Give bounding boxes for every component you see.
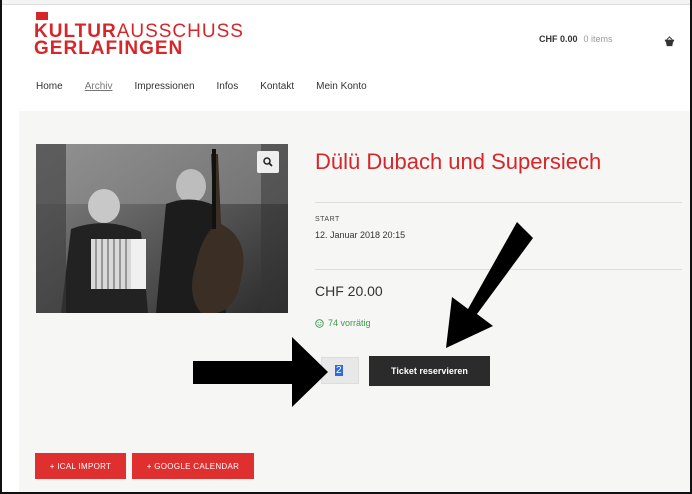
screenshot-frame	[0, 0, 692, 494]
